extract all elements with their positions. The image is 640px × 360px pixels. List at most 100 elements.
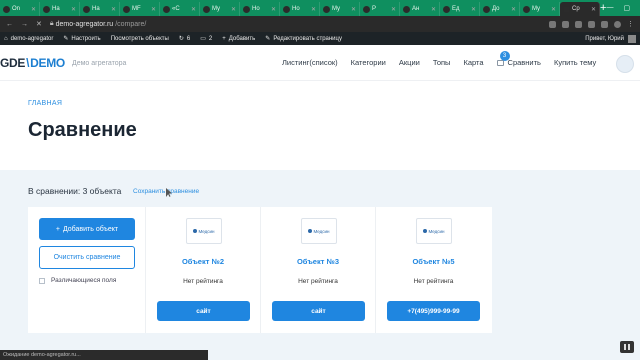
- logo-slash-icon: \: [26, 56, 30, 70]
- close-tab-icon[interactable]: ✕: [231, 6, 236, 13]
- browser-tab[interactable]: До ✕: [480, 2, 520, 16]
- close-tab-icon[interactable]: ✕: [111, 6, 116, 13]
- tab-favicon-icon: [163, 5, 170, 13]
- clear-compare-button[interactable]: Очистить сравнение: [39, 246, 135, 269]
- wp-edit-page-link[interactable]: ✎ Редактировать страницу: [265, 35, 342, 43]
- nav-item-categories[interactable]: Категории: [351, 58, 386, 67]
- wp-account-menu[interactable]: Привет, Юрий: [585, 34, 636, 43]
- close-tab-icon[interactable]: ✕: [151, 6, 156, 13]
- diff-fields-toggle[interactable]: Различающиеся поля: [39, 277, 116, 284]
- compare-actions: + Добавить объект Очистить сравнение Разл…: [28, 207, 146, 333]
- extension-icon[interactable]: [575, 20, 582, 28]
- object-name-link[interactable]: Объект №5: [376, 257, 491, 266]
- close-tab-icon[interactable]: ✕: [551, 6, 556, 13]
- wp-view-objects-link[interactable]: Посмотреть объекты: [111, 36, 169, 42]
- profile-icon[interactable]: [614, 20, 621, 28]
- tab-favicon-icon: [283, 5, 290, 13]
- tab-favicon-icon: [323, 5, 330, 13]
- close-tab-icon[interactable]: ✕: [471, 6, 476, 13]
- browser-status-bar: Ожидание demo-agregator.ru...: [0, 350, 208, 360]
- wp-site-link[interactable]: ⌂ demo-agregator: [4, 36, 53, 42]
- close-tab-icon[interactable]: ✕: [71, 6, 76, 13]
- checkbox[interactable]: [39, 277, 45, 284]
- page-hero: ГЛАВНАЯ Сравнение: [0, 82, 640, 170]
- browser-tab[interactable]: My ✕: [520, 2, 560, 16]
- puzzle-icon[interactable]: [601, 20, 608, 28]
- tab-favicon-icon: [523, 5, 530, 13]
- user-avatar[interactable]: [616, 55, 634, 73]
- object-site-button[interactable]: сайт: [157, 301, 250, 321]
- nav-item-listing[interactable]: Листинг(список): [282, 58, 338, 67]
- nav-item-tops[interactable]: Топы: [433, 58, 451, 67]
- object-rating: Нет рейтинга: [183, 278, 223, 285]
- brush-icon: ✎: [63, 36, 69, 42]
- close-tab-icon[interactable]: ✕: [431, 6, 436, 13]
- wp-add-new-link[interactable]: + Добавить: [222, 36, 255, 42]
- browser-tab[interactable]: Но ✕: [240, 2, 280, 16]
- browser-tab[interactable]: Ед ✕: [440, 2, 480, 16]
- compare-section: В сравнении: 3 объекта Сохранить сравнен…: [0, 170, 640, 360]
- page-title: Сравнение: [28, 119, 137, 141]
- site-tagline: Демо агрегатора: [71, 59, 127, 67]
- comment-icon: ▭: [200, 36, 206, 42]
- close-tab-icon[interactable]: ✕: [271, 6, 276, 13]
- close-tab-icon[interactable]: ✕: [391, 6, 396, 13]
- forward-icon[interactable]: →: [21, 21, 28, 28]
- browser-tab[interactable]: My ✕: [200, 2, 240, 16]
- object-logo[interactable]: Медсин: [416, 218, 452, 244]
- compare-count-badge: 3: [499, 51, 510, 61]
- lock-icon: 🔒︎: [49, 20, 54, 27]
- pause-icon[interactable]: [620, 341, 634, 353]
- close-tab-icon[interactable]: ✕: [311, 6, 316, 13]
- browser-tab[interactable]: На ✕: [40, 2, 80, 16]
- browser-tab[interactable]: Ан ✕: [400, 2, 440, 16]
- object-name-link[interactable]: Объект №2: [146, 257, 260, 266]
- wp-customize-link[interactable]: ✎ Настроить: [63, 35, 100, 43]
- share-icon[interactable]: [549, 20, 556, 28]
- browser-tab-active[interactable]: Ср ✕: [560, 2, 600, 16]
- stop-icon[interactable]: ✕: [36, 20, 42, 28]
- object-logo[interactable]: Медсин: [186, 218, 222, 244]
- close-tab-icon[interactable]: ✕: [31, 6, 36, 13]
- compare-count-label: В сравнении: 3 объекта: [28, 186, 122, 196]
- nav-item-map[interactable]: Карта: [463, 58, 483, 67]
- wp-updates-link[interactable]: ↻ 6: [179, 35, 190, 43]
- wp-admin-bar: ⌂ demo-agregator ✎ Настроить Посмотреть об…: [0, 32, 640, 45]
- menu-dots-icon[interactable]: ⋮: [627, 20, 634, 28]
- tab-favicon-icon: [483, 5, 490, 13]
- maximize-icon[interactable]: ▢: [623, 4, 630, 12]
- bookmark-icon[interactable]: [562, 20, 569, 28]
- object-phone-button[interactable]: +7(495)999-99-99: [387, 301, 480, 321]
- tab-favicon-icon: [243, 5, 250, 13]
- close-tab-icon[interactable]: ✕: [191, 6, 196, 13]
- browser-tab[interactable]: «С ✕: [160, 2, 200, 16]
- site-logo[interactable]: GDE \ DEMO: [0, 56, 65, 70]
- browser-tab[interactable]: My ✕: [320, 2, 360, 16]
- address-bar[interactable]: 🔒︎ demo-agregator.ru/compare/: [50, 20, 146, 28]
- url-path: /compare/: [115, 20, 147, 28]
- minimize-icon[interactable]: —: [606, 4, 613, 12]
- plus-icon: +: [222, 35, 226, 42]
- object-site-button[interactable]: сайт: [272, 301, 365, 321]
- browser-tab[interactable]: На ✕: [80, 2, 120, 16]
- close-tab-icon[interactable]: ✕: [511, 6, 516, 13]
- nav-item-buy-theme[interactable]: Купить тему: [554, 58, 596, 67]
- browser-tab[interactable]: Р ✕: [360, 2, 400, 16]
- avatar: [628, 34, 636, 43]
- breadcrumb[interactable]: ГЛАВНАЯ: [28, 100, 62, 107]
- close-tab-icon[interactable]: ✕: [591, 6, 596, 13]
- extension-icon[interactable]: [588, 20, 595, 28]
- nav-item-compare[interactable]: 3 Сравнить: [496, 51, 541, 67]
- browser-tab[interactable]: On ✕: [0, 2, 40, 16]
- browser-tab[interactable]: Но ✕: [280, 2, 320, 16]
- add-object-button[interactable]: + Добавить объект: [39, 218, 135, 240]
- object-rating: Нет рейтинга: [413, 278, 454, 285]
- close-tab-icon[interactable]: ✕: [351, 6, 356, 13]
- main-nav: Листинг(список) Категории Акции Топы Кар…: [282, 51, 596, 67]
- nav-item-promotions[interactable]: Акции: [399, 58, 420, 67]
- object-logo[interactable]: Медсин: [301, 218, 337, 244]
- back-icon[interactable]: ←: [6, 21, 13, 28]
- wp-comments-link[interactable]: ▭ 2: [200, 35, 212, 43]
- browser-tab[interactable]: MF ✕: [120, 2, 160, 16]
- object-name-link[interactable]: Объект №3: [261, 257, 375, 266]
